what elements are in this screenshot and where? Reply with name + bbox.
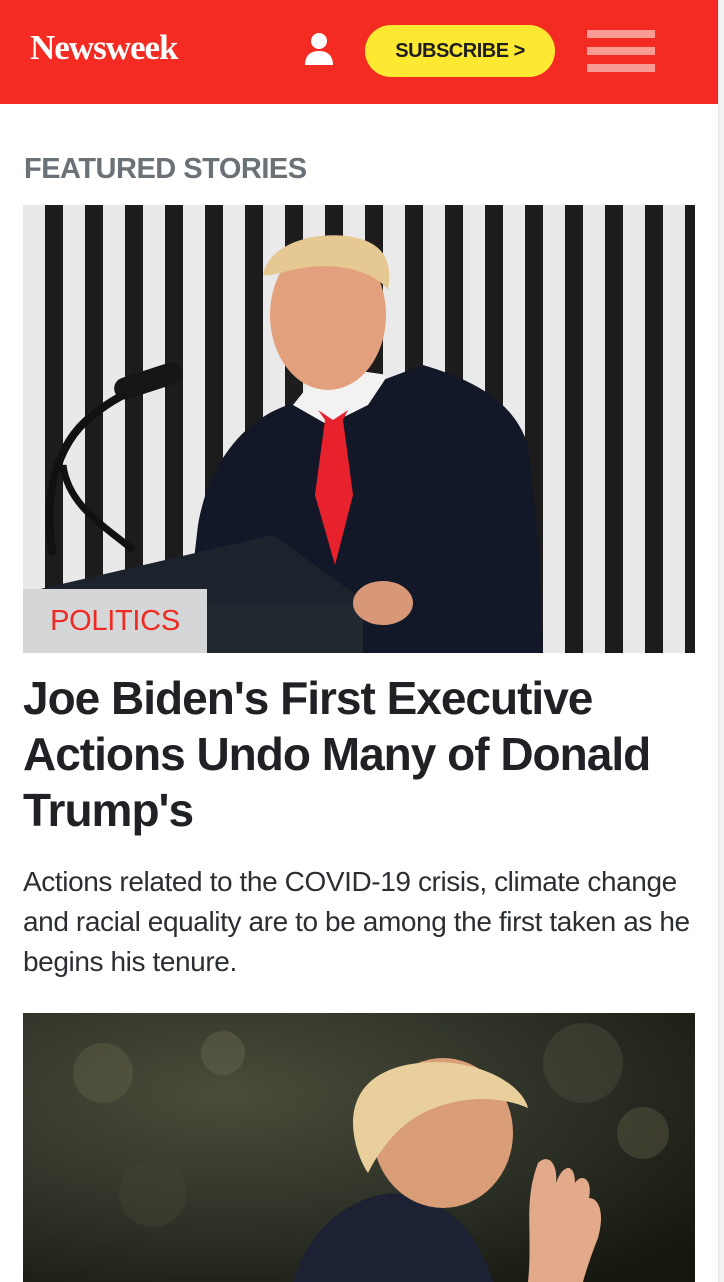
section-title: FEATURED STORIES xyxy=(24,153,307,185)
page: Newsweek SUBSCRIBE > FEATURED STORIES PO… xyxy=(0,0,724,1282)
story-headline[interactable]: Joe Biden's First Executive Actions Undo… xyxy=(23,670,695,838)
category-tag-politics[interactable]: POLITICS xyxy=(23,589,207,653)
newsweek-logo[interactable]: Newsweek xyxy=(30,30,179,65)
story-image[interactable] xyxy=(23,205,695,653)
user-icon[interactable] xyxy=(303,31,335,67)
man-speaking-at-podium-photo xyxy=(23,205,695,653)
scrollbar-track[interactable] xyxy=(718,0,724,1282)
story-summary: Actions related to the COVID-19 crisis, … xyxy=(23,866,690,977)
subscribe-button[interactable]: SUBSCRIBE > xyxy=(365,25,555,77)
site-header: Newsweek SUBSCRIBE > xyxy=(0,0,719,104)
story-image[interactable] xyxy=(23,1013,695,1282)
man-waving-outdoors-photo xyxy=(23,1013,695,1282)
hamburger-menu-icon[interactable] xyxy=(587,30,655,72)
